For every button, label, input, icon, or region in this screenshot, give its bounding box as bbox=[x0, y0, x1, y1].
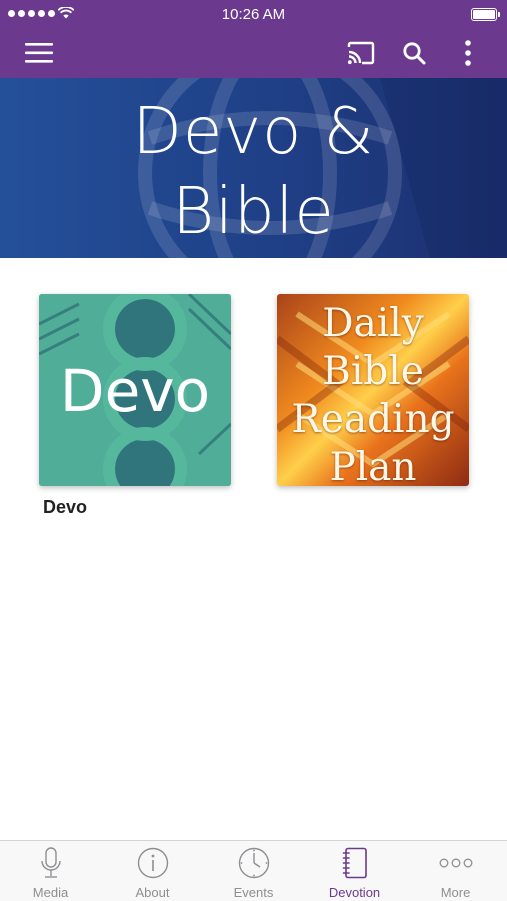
battery-icon bbox=[471, 8, 500, 21]
tab-devotion[interactable]: Devotion bbox=[304, 841, 405, 901]
banner-title-line-1: Devo & bbox=[132, 95, 375, 169]
tab-more-label: More bbox=[440, 885, 471, 900]
banner-title-line-2: Bible bbox=[172, 175, 335, 249]
clock-icon bbox=[203, 847, 304, 879]
tab-media-label: Media bbox=[32, 885, 69, 900]
cast-icon[interactable] bbox=[339, 28, 383, 78]
devo-tile[interactable]: Devo bbox=[39, 294, 231, 486]
tab-events-label: Events bbox=[233, 885, 274, 900]
reading-plan-title-line: Reading bbox=[291, 397, 455, 442]
tab-events[interactable]: Events bbox=[203, 841, 304, 901]
reading-plan-title-line: Bible bbox=[322, 349, 424, 394]
tab-media[interactable]: Media bbox=[0, 841, 101, 901]
reading-plan-tile-title: Daily Bible Reading Plan bbox=[277, 300, 469, 486]
tab-more[interactable]: More bbox=[405, 841, 506, 901]
reading-plan-title-line: Daily bbox=[322, 301, 424, 346]
tab-about[interactable]: About bbox=[102, 841, 203, 901]
notebook-icon bbox=[304, 847, 405, 879]
header-banner: Devo & Bible bbox=[0, 78, 507, 258]
more-dots-icon bbox=[405, 847, 506, 879]
microphone-icon bbox=[0, 847, 101, 879]
devo-tile-caption[interactable]: Devo bbox=[43, 497, 87, 518]
devo-tile-title: Devo bbox=[59, 357, 211, 425]
banner-title: Devo & Bible bbox=[0, 92, 507, 252]
tab-about-label: About bbox=[135, 885, 170, 900]
info-icon bbox=[102, 847, 203, 879]
nav-bar bbox=[0, 28, 507, 78]
search-icon[interactable] bbox=[392, 28, 436, 78]
tab-bar: Media About Events Devotion More bbox=[0, 840, 507, 901]
daily-bible-reading-plan-tile[interactable]: Daily Bible Reading Plan bbox=[277, 294, 469, 486]
more-vertical-icon[interactable] bbox=[446, 28, 490, 78]
hamburger-menu-icon[interactable] bbox=[17, 28, 61, 78]
reading-plan-title-line: Plan bbox=[329, 445, 417, 486]
status-bar: 10:26 AM bbox=[0, 0, 507, 28]
tab-devotion-label: Devotion bbox=[328, 885, 381, 900]
status-time: 10:26 AM bbox=[221, 6, 286, 23]
